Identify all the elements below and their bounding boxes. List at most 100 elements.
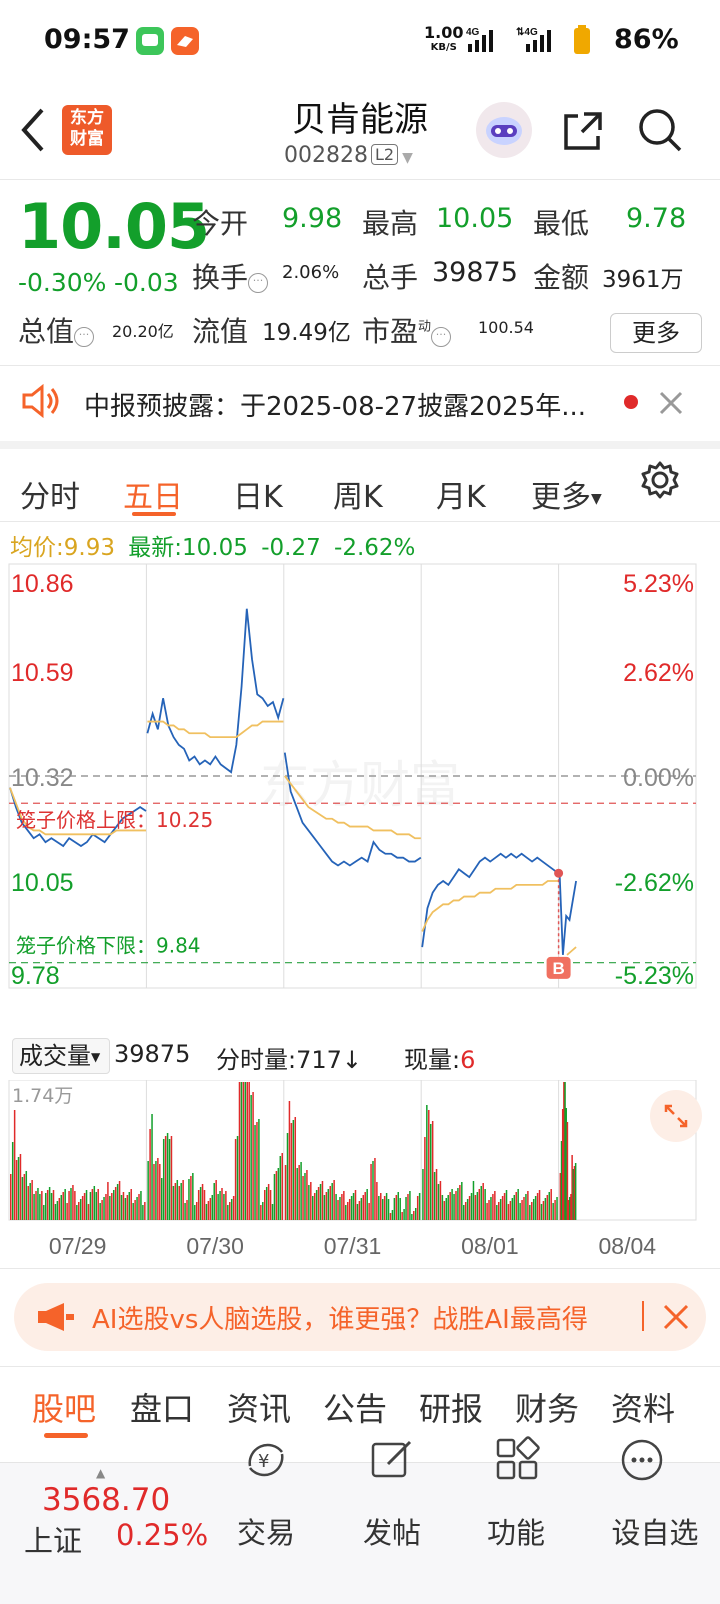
volume-bar	[182, 1180, 184, 1220]
nav-trade[interactable]: 交易	[216, 1510, 316, 1552]
volume-bar	[290, 1123, 293, 1220]
volume-bar	[81, 1196, 84, 1220]
volume-bar	[288, 1101, 291, 1220]
level2-badge: L2	[370, 144, 399, 165]
volume-bar	[306, 1170, 308, 1220]
price-line-day-4	[421, 852, 559, 948]
search-icon[interactable]	[636, 106, 684, 154]
tab-research[interactable]: 研报	[419, 1384, 483, 1430]
tab-weekly-k[interactable]: 周K	[333, 472, 383, 516]
volume-bar	[225, 1191, 227, 1220]
volume-bar	[79, 1199, 82, 1220]
volume-bar	[227, 1205, 229, 1220]
more-quote-button[interactable]: 更多	[610, 313, 702, 353]
volume-bar	[374, 1158, 376, 1220]
volume-bar	[134, 1200, 136, 1220]
announcement-text[interactable]: 中报预披露：于2025-08-27披露2025年...	[84, 386, 604, 423]
ai-robot-button[interactable]	[476, 102, 532, 158]
tab-intraday[interactable]: 分时	[20, 472, 80, 516]
volume-bar	[136, 1197, 138, 1220]
tab-news[interactable]: 资讯	[227, 1384, 291, 1430]
volume-bar	[74, 1191, 76, 1220]
volume-bar	[437, 1184, 440, 1220]
tab-announcements[interactable]: 公告	[323, 1384, 387, 1430]
tab-financials[interactable]: 财务	[515, 1384, 579, 1430]
volume-bar	[78, 1202, 80, 1220]
volume-bar	[111, 1193, 113, 1220]
volume-bar	[455, 1191, 457, 1220]
volume-bar	[155, 1161, 157, 1220]
tab-daily-k[interactable]: 日K	[233, 472, 283, 516]
volume-bar	[544, 1198, 547, 1220]
volume-bar	[574, 1163, 577, 1220]
tab-order-book[interactable]: 盘口	[130, 1384, 194, 1430]
tab-monthly-k[interactable]: 月K	[436, 472, 486, 516]
open-label: 今开	[192, 207, 249, 240]
limit-down-label: 笼子价格下限：9.84	[16, 934, 201, 958]
divider	[642, 1301, 644, 1331]
volume-bar	[176, 1180, 179, 1220]
index-ticker[interactable]: ▲ 3568.70 上证 0.25%	[20, 1466, 210, 1590]
settings-gear-icon[interactable]	[640, 460, 680, 500]
volume-bar	[339, 1197, 341, 1220]
compose-icon[interactable]	[368, 1436, 416, 1484]
volume-bar	[124, 1198, 127, 1220]
info-icon[interactable]: ···	[431, 327, 452, 347]
volume-bar	[433, 1172, 436, 1220]
volume-chart[interactable]: 1.74万 07/29 07/30 07/31 08/01 08/04	[0, 1080, 720, 1262]
nav-add-watchlist[interactable]: 设自选	[590, 1510, 720, 1552]
info-icon[interactable]: ···	[248, 273, 269, 293]
volume-bar	[418, 1193, 421, 1220]
volume-bar	[360, 1198, 363, 1220]
volume-bar	[399, 1198, 401, 1220]
info-icon[interactable]: ···	[74, 327, 95, 347]
tab-five-day[interactable]: 五日	[123, 472, 183, 516]
volume-bar	[13, 1110, 16, 1220]
y-label-left: 10.32	[11, 764, 74, 792]
volume-bar	[439, 1181, 442, 1220]
volume-bar	[286, 1133, 289, 1220]
fullscreen-button[interactable]	[650, 1090, 702, 1142]
volume-bar	[505, 1190, 508, 1220]
volume-indicator-select[interactable]: 成交量▼	[12, 1038, 110, 1074]
more-circle-icon[interactable]	[618, 1436, 666, 1484]
low-value: 9.78	[626, 203, 687, 234]
nav-functions[interactable]: 功能	[466, 1510, 566, 1552]
pe-label: 市盈动 ···	[362, 310, 452, 350]
volume-bar	[209, 1198, 212, 1220]
close-icon[interactable]	[658, 390, 684, 416]
ai-promo-banner[interactable]: AI选股vs人脑选股，谁更强？战胜AI最高得	[14, 1283, 706, 1351]
volume-bar	[205, 1204, 208, 1220]
volume-bar	[56, 1201, 59, 1220]
volume-bar	[476, 1192, 479, 1220]
volume-bar	[525, 1194, 527, 1220]
volume-bar	[441, 1195, 444, 1220]
avg-line-day-5	[566, 946, 577, 956]
tab-profile[interactable]: 资料	[611, 1384, 675, 1430]
nav-post[interactable]: 发帖	[342, 1510, 442, 1552]
apps-grid-icon[interactable]	[494, 1436, 542, 1484]
volume-bar	[542, 1201, 545, 1220]
tab-more[interactable]: 更多▼	[531, 472, 602, 516]
volume-bar	[188, 1179, 190, 1220]
volume-bar	[254, 1125, 256, 1220]
volume-bar	[105, 1194, 107, 1220]
yen-exchange-icon[interactable]: ¥	[242, 1436, 290, 1484]
stock-code[interactable]: 002828 L2 ▼	[284, 143, 413, 168]
volume-bar	[256, 1122, 258, 1220]
volume-bar	[232, 1196, 235, 1220]
volume-bar	[260, 1205, 262, 1220]
status-time: 09:57	[44, 24, 130, 55]
share-icon[interactable]	[562, 108, 606, 152]
price-chart[interactable]: 东方财富B10.86 5.23%10.59 2.62%10.32 0.00%10.05…	[0, 562, 720, 1032]
volume-bar	[87, 1204, 90, 1220]
close-icon[interactable]	[662, 1303, 690, 1331]
market-cap-value: 20.20亿	[112, 322, 174, 341]
volume-bar	[405, 1197, 407, 1220]
volume-bar	[21, 1177, 24, 1220]
tab-forum[interactable]: 股吧	[32, 1384, 96, 1430]
volume-bar	[492, 1194, 494, 1220]
volume-bar	[366, 1189, 368, 1220]
float-cap-value: 19.49亿	[262, 320, 351, 346]
volume-bar	[37, 1188, 39, 1220]
